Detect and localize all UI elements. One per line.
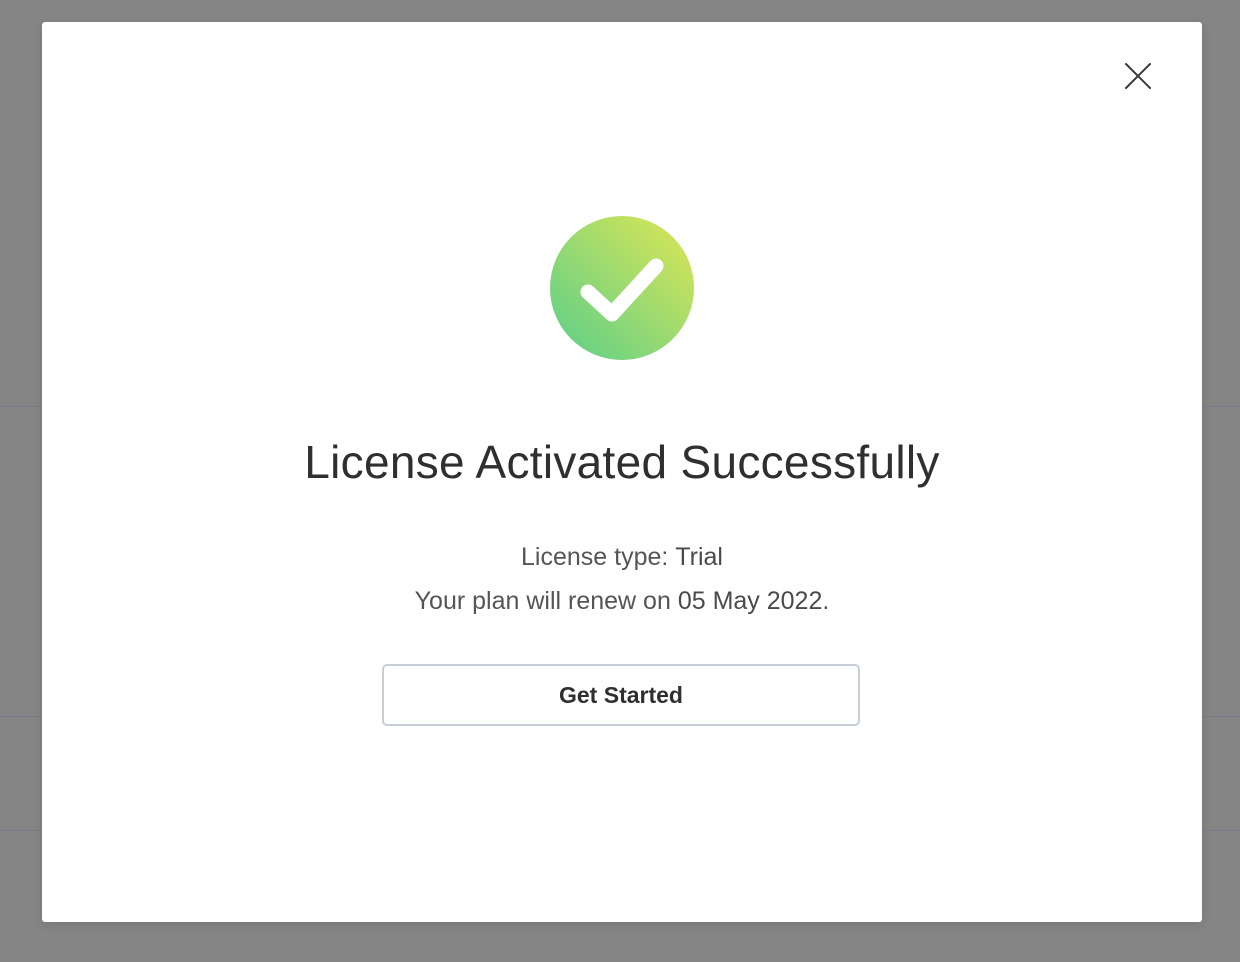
get-started-button[interactable]: Get Started bbox=[382, 664, 860, 726]
renewal-date: 05 May 2022 bbox=[677, 587, 823, 615]
license-type-label: License type: bbox=[521, 543, 669, 571]
license-activated-dialog: License Activated Successfully License t… bbox=[42, 22, 1202, 922]
close-button[interactable] bbox=[1120, 58, 1156, 94]
license-type-line: License type: Trial bbox=[42, 540, 1202, 574]
dialog-title: License Activated Successfully bbox=[304, 436, 940, 488]
renewal-line: Your plan will renew on 05 May 2022. bbox=[42, 584, 1202, 618]
get-started-label: Get Started bbox=[559, 681, 683, 708]
close-icon bbox=[1125, 63, 1151, 89]
check-circle-icon bbox=[550, 216, 694, 360]
renewal-prefix: Your plan will renew on bbox=[414, 587, 671, 615]
renewal-suffix: . bbox=[822, 587, 830, 615]
license-type-value: Trial bbox=[675, 543, 723, 571]
